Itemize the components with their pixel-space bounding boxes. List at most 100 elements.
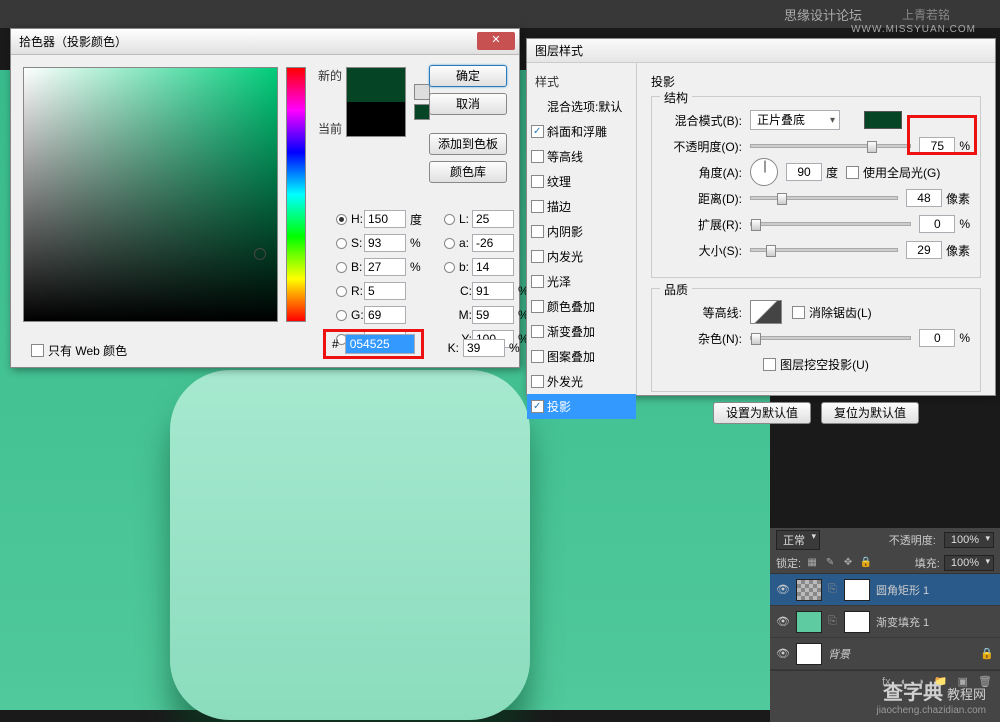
color-library-button[interactable]: 颜色库 bbox=[429, 161, 507, 183]
lock-label: 锁定: bbox=[776, 555, 801, 571]
b-input[interactable] bbox=[364, 258, 406, 276]
l-radio[interactable]: L: bbox=[444, 212, 472, 226]
r-input[interactable] bbox=[364, 282, 406, 300]
layer-opacity-value[interactable]: 100% bbox=[944, 532, 994, 548]
angle-value[interactable]: 90 bbox=[786, 163, 822, 181]
ok-button[interactable]: 确定 bbox=[429, 65, 507, 87]
style-item-satin[interactable]: 光泽 bbox=[527, 269, 636, 294]
l-input[interactable] bbox=[472, 210, 514, 228]
b2-input[interactable] bbox=[472, 258, 514, 276]
h-radio[interactable]: H: bbox=[336, 212, 364, 226]
layer-mask-thumb bbox=[844, 579, 870, 601]
visibility-icon[interactable]: 👁 bbox=[776, 615, 790, 628]
s-input[interactable] bbox=[364, 234, 406, 252]
layer-row-1[interactable]: 👁 ⎘ 圆角矩形 1 bbox=[770, 574, 1000, 606]
lock-all-icon[interactable]: 🔒 bbox=[859, 556, 873, 570]
color-field[interactable] bbox=[23, 67, 278, 322]
color-preview-swatch bbox=[346, 67, 406, 137]
forum-name: 思缘设计论坛 bbox=[784, 5, 862, 24]
visibility-icon[interactable]: 👁 bbox=[776, 647, 790, 660]
hex-field-highlight: # bbox=[323, 329, 424, 359]
antialias-checkbox[interactable] bbox=[792, 306, 805, 319]
source-url: WWW.MISSYUAN.COM bbox=[851, 24, 976, 35]
watermark: 查字典教程网 jiaocheng.chazidian.com bbox=[876, 676, 986, 716]
set-default-button[interactable]: 设置为默认值 bbox=[713, 402, 811, 424]
c-input[interactable] bbox=[472, 282, 514, 300]
style-item-color-overlay[interactable]: 颜色叠加 bbox=[527, 294, 636, 319]
distance-label: 距离(D): bbox=[662, 190, 742, 207]
cancel-button[interactable]: 取消 bbox=[429, 93, 507, 115]
layer-row-2[interactable]: 👁 ⎘ 渐变填充 1 bbox=[770, 606, 1000, 638]
link-icon: ⎘ bbox=[828, 615, 838, 628]
angle-wheel[interactable] bbox=[750, 158, 778, 186]
blend-options-item[interactable]: 混合选项:默认 bbox=[527, 94, 636, 119]
spread-value[interactable]: 0 bbox=[919, 215, 955, 233]
style-item-inner-shadow[interactable]: 内阴影 bbox=[527, 219, 636, 244]
color-field-marker[interactable] bbox=[254, 248, 266, 260]
noise-slider[interactable] bbox=[750, 336, 911, 340]
mini-swatch-icon[interactable] bbox=[414, 104, 430, 120]
a-input[interactable] bbox=[472, 234, 514, 252]
visibility-icon[interactable]: 👁 bbox=[776, 583, 790, 596]
layer-name-3[interactable]: 背景 bbox=[828, 646, 850, 662]
color-picker-dialog: 拾色器（投影颜色） ✕ 新的 当前 bbox=[10, 28, 520, 368]
web-only-checkbox[interactable] bbox=[31, 344, 44, 357]
distance-value[interactable]: 48 bbox=[906, 189, 942, 207]
lock-move-icon[interactable]: ✥ bbox=[841, 556, 855, 570]
g-input[interactable] bbox=[364, 306, 406, 324]
size-slider[interactable] bbox=[750, 248, 898, 252]
noise-value[interactable]: 0 bbox=[919, 329, 955, 347]
fill-value[interactable]: 100% bbox=[944, 555, 994, 571]
lock-pixels-icon[interactable]: ▦ bbox=[805, 556, 819, 570]
spread-slider[interactable] bbox=[750, 222, 911, 226]
knockout-checkbox[interactable] bbox=[763, 358, 776, 371]
style-item-inner-glow[interactable]: 内发光 bbox=[527, 244, 636, 269]
blend-mode-label: 混合模式(B): bbox=[662, 112, 742, 129]
fill-label: 填充: bbox=[915, 555, 940, 571]
distance-slider[interactable] bbox=[750, 196, 898, 200]
add-swatch-button[interactable]: 添加到色板 bbox=[429, 133, 507, 155]
style-item-contour[interactable]: 等高线 bbox=[527, 144, 636, 169]
lock-brush-icon[interactable]: ✎ bbox=[823, 556, 837, 570]
style-item-gradient-overlay[interactable]: 渐变叠加 bbox=[527, 319, 636, 344]
angle-label: 角度(A): bbox=[662, 164, 742, 181]
layer-name-2[interactable]: 渐变填充 1 bbox=[876, 614, 929, 630]
hue-slider[interactable] bbox=[286, 67, 306, 322]
current-color-label: 当前 bbox=[318, 120, 342, 137]
lock-icon: 🔒 bbox=[980, 647, 994, 660]
b-radio[interactable]: B: bbox=[336, 260, 364, 274]
m-input[interactable] bbox=[472, 306, 514, 324]
hex-input[interactable] bbox=[345, 334, 415, 354]
style-item-drop-shadow[interactable]: 投影 bbox=[527, 394, 636, 419]
b2-radio[interactable]: b: bbox=[444, 260, 472, 274]
style-item-pattern-overlay[interactable]: 图案叠加 bbox=[527, 344, 636, 369]
s-radio[interactable]: S: bbox=[336, 236, 364, 250]
layer-row-3[interactable]: 👁 背景 🔒 bbox=[770, 638, 1000, 670]
opacity-label: 不透明度(O): bbox=[662, 138, 742, 155]
section-title: 投影 bbox=[651, 73, 981, 96]
cube-icon[interactable] bbox=[414, 84, 430, 100]
a-radio[interactable]: a: bbox=[444, 236, 472, 250]
k-input[interactable] bbox=[463, 339, 505, 357]
style-item-stroke[interactable]: 描边 bbox=[527, 194, 636, 219]
layer-thumb-gradient bbox=[796, 611, 822, 633]
style-item-bevel[interactable]: 斜面和浮雕 bbox=[527, 119, 636, 144]
antialias-label: 消除锯齿(L) bbox=[809, 304, 872, 321]
style-item-texture[interactable]: 纹理 bbox=[527, 169, 636, 194]
structure-legend: 结构 bbox=[660, 89, 692, 106]
blend-mode-dropdown[interactable]: 正片叠底 bbox=[750, 110, 840, 130]
close-button[interactable]: ✕ bbox=[477, 32, 515, 50]
layer-name-1[interactable]: 圆角矩形 1 bbox=[876, 582, 929, 598]
h-input[interactable] bbox=[364, 210, 406, 228]
shadow-color-swatch[interactable] bbox=[864, 111, 902, 129]
structure-fieldset: 结构 混合模式(B): 正片叠底 不透明度(O): 75 % 角度(A): 90… bbox=[651, 96, 981, 278]
layer-blend-dropdown[interactable]: 正常 bbox=[776, 530, 820, 550]
global-light-checkbox[interactable] bbox=[846, 166, 859, 179]
dialog-title-text: 拾色器（投影颜色） bbox=[19, 33, 127, 50]
opacity-slider[interactable] bbox=[750, 144, 911, 148]
opacity-value[interactable]: 75 bbox=[919, 137, 955, 155]
style-item-outer-glow[interactable]: 外发光 bbox=[527, 369, 636, 394]
reset-default-button[interactable]: 复位为默认值 bbox=[821, 402, 919, 424]
contour-picker[interactable] bbox=[750, 300, 782, 324]
size-value[interactable]: 29 bbox=[906, 241, 942, 259]
